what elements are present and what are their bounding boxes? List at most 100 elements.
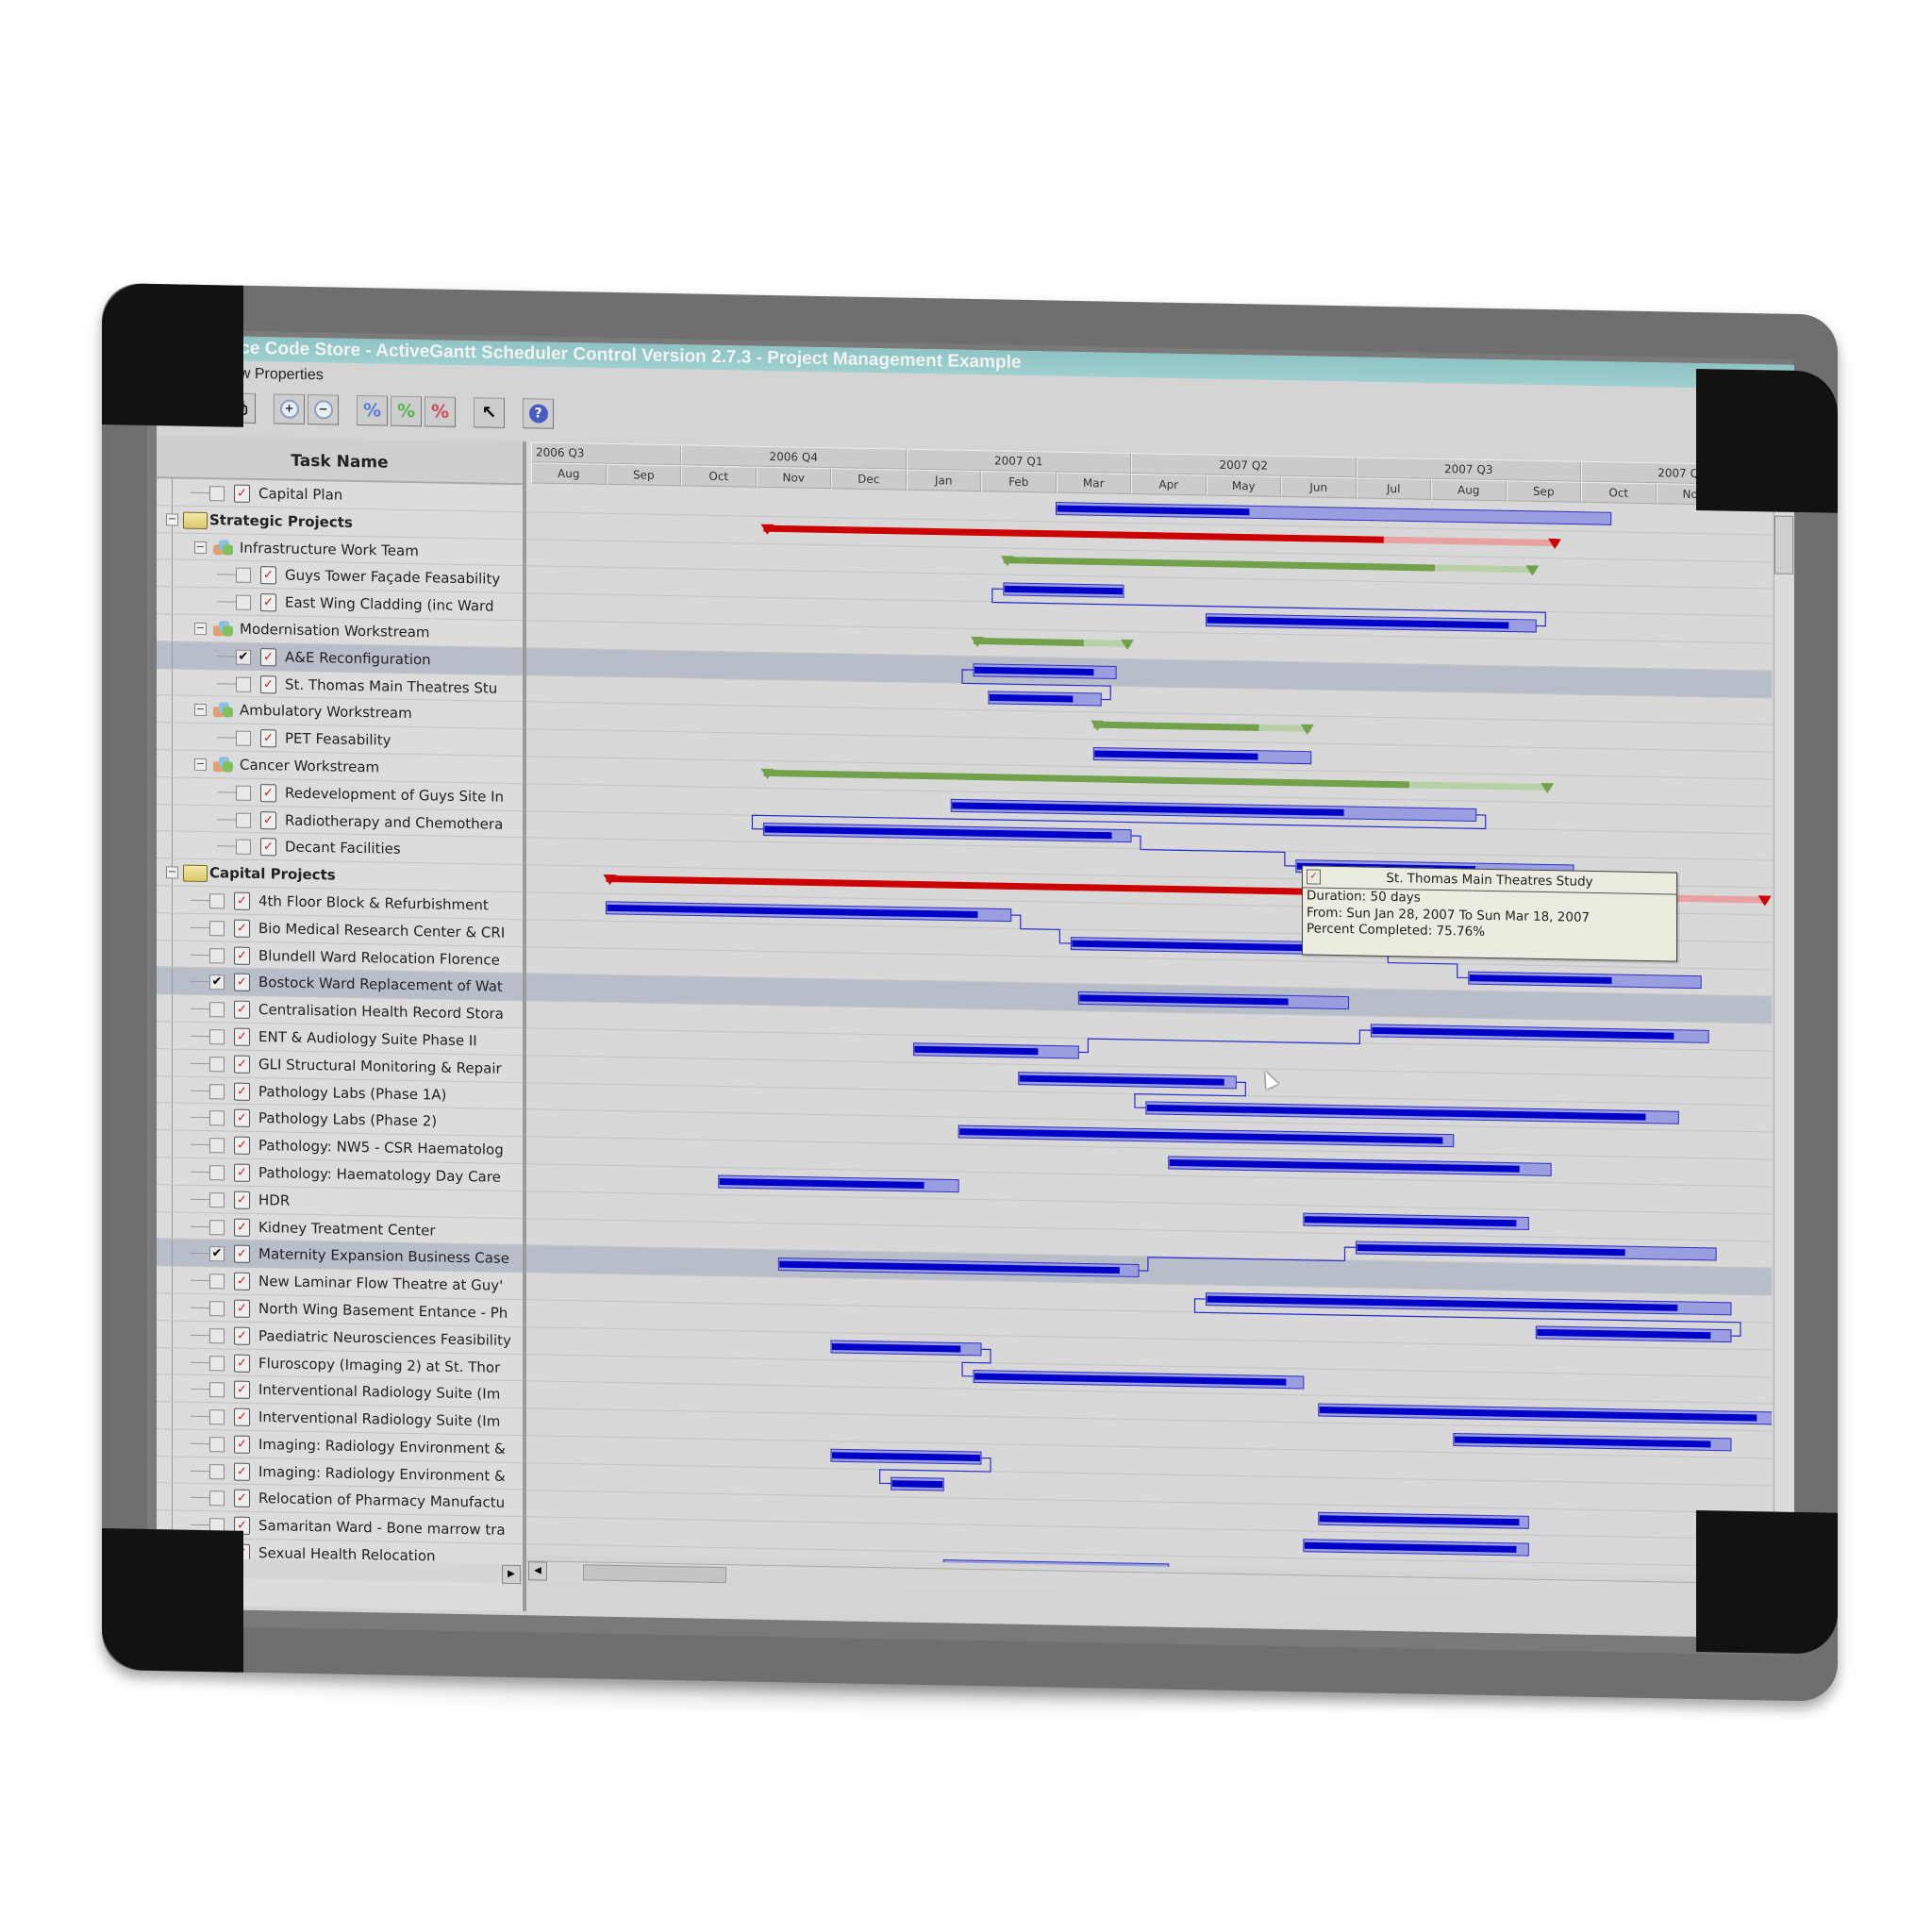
tree-row-label: PET Feasability bbox=[285, 729, 391, 749]
tree-connector-line bbox=[172, 1457, 173, 1483]
task-checkbox[interactable] bbox=[209, 947, 225, 963]
summary-bar-progress[interactable] bbox=[763, 525, 1384, 543]
task-checkbox[interactable]: ✔ bbox=[209, 974, 225, 991]
clipboard-icon: ✓ bbox=[234, 484, 250, 503]
summary-bar-progress[interactable] bbox=[1003, 557, 1436, 572]
task-checkbox[interactable] bbox=[209, 1138, 225, 1154]
tree-connector-line bbox=[172, 723, 173, 750]
tree-connector-line bbox=[172, 777, 173, 804]
task-name-column-header[interactable]: Task Name bbox=[157, 435, 523, 486]
task-checkbox[interactable]: ✔ bbox=[209, 1246, 225, 1262]
tree-connector-line bbox=[172, 967, 173, 994]
task-checkbox[interactable] bbox=[209, 1463, 225, 1480]
clipboard-icon: ✓ bbox=[260, 838, 276, 857]
task-checkbox[interactable] bbox=[209, 1002, 225, 1018]
clipboard-icon: ✓ bbox=[234, 1435, 250, 1454]
task-bar[interactable] bbox=[1056, 502, 1612, 525]
task-checkbox[interactable] bbox=[209, 1300, 225, 1317]
tree-row-label: Blundell Ward Relocation Florence bbox=[258, 946, 500, 969]
percent-green-button[interactable]: % bbox=[391, 395, 422, 427]
collapse-toggle-icon[interactable]: − bbox=[194, 758, 207, 772]
month-header-cell: Sep bbox=[606, 463, 681, 487]
collapse-toggle-icon[interactable]: − bbox=[194, 540, 207, 554]
clipboard-icon: ✓ bbox=[234, 1082, 250, 1101]
horizontal-scroll-thumb[interactable] bbox=[583, 1564, 726, 1584]
task-checkbox[interactable] bbox=[209, 1219, 225, 1235]
clipboard-icon: ✓ bbox=[234, 1000, 250, 1020]
vertical-scroll-thumb[interactable] bbox=[1774, 515, 1793, 575]
task-checkbox[interactable] bbox=[209, 1382, 225, 1398]
task-checkbox[interactable] bbox=[209, 1083, 225, 1099]
tree-row-label: Kidney Treatment Center bbox=[258, 1218, 436, 1239]
vertical-scrollbar[interactable]: ▲ ▼ bbox=[1774, 487, 1793, 1582]
task-checkbox[interactable] bbox=[209, 1327, 225, 1344]
clipboard-icon: ✓ bbox=[234, 946, 250, 965]
clipboard-icon: ✓ bbox=[234, 1462, 250, 1481]
collapse-toggle-icon[interactable]: − bbox=[166, 865, 178, 879]
task-checkbox[interactable] bbox=[236, 812, 251, 828]
tree-connector-line bbox=[191, 1117, 209, 1119]
task-checkbox[interactable] bbox=[209, 1029, 225, 1045]
tree-connector-line bbox=[172, 1483, 173, 1510]
help-icon: ? bbox=[528, 404, 548, 424]
help-button[interactable]: ? bbox=[523, 398, 554, 429]
task-bar-progress[interactable] bbox=[891, 1480, 943, 1489]
task-checkbox[interactable] bbox=[209, 920, 225, 937]
task-checkbox[interactable] bbox=[236, 567, 251, 584]
task-checkbox[interactable] bbox=[236, 594, 251, 611]
tree-connector-line bbox=[172, 559, 173, 587]
scroll-left-button[interactable]: ◀ bbox=[528, 1561, 547, 1581]
percent-red-button[interactable]: % bbox=[425, 396, 456, 427]
tree-row-label: Bio Medical Research Center & CRI bbox=[258, 919, 506, 941]
month-header-cell: Sep bbox=[1506, 480, 1581, 503]
select-pointer-button[interactable]: ↖ bbox=[474, 397, 505, 428]
month-header-cell: Feb bbox=[981, 471, 1057, 493]
clipboard-icon: ✓ bbox=[234, 1108, 250, 1128]
task-checkbox[interactable] bbox=[209, 1056, 225, 1073]
task-checkbox[interactable] bbox=[209, 1409, 225, 1425]
task-checkbox[interactable] bbox=[236, 676, 251, 692]
task-tree: Task Name ✓ Capital Plan − Strategic Projec… bbox=[157, 435, 526, 1612]
tree-connector-line bbox=[217, 818, 236, 821]
tree-connector-line bbox=[172, 750, 173, 777]
task-checkbox[interactable] bbox=[236, 839, 251, 856]
task-checkbox[interactable] bbox=[236, 785, 251, 801]
tree-connector-line bbox=[172, 1347, 173, 1374]
zoom-out-button[interactable]: − bbox=[308, 393, 339, 425]
task-checkbox[interactable] bbox=[209, 1274, 225, 1290]
month-header-cell: Dec bbox=[831, 468, 907, 491]
percent-blue-button[interactable]: % bbox=[357, 394, 388, 426]
clipboard-icon: ✓ bbox=[234, 1163, 250, 1182]
summary-bar-progress[interactable] bbox=[974, 637, 1084, 647]
zoom-in-button[interactable]: + bbox=[274, 393, 305, 425]
tree-connector-line bbox=[172, 1321, 173, 1347]
tree-row-label: Centralisation Health Record Stora bbox=[258, 1001, 504, 1023]
month-header-cell: Mar bbox=[1056, 472, 1131, 494]
tree-row-label: Redevelopment of Guys Site In bbox=[285, 784, 505, 806]
task-checkbox[interactable] bbox=[209, 1165, 225, 1181]
tree-row-label: Fluroscopy (Imaging 2) at St. Thor bbox=[258, 1354, 501, 1376]
tree-connector-line bbox=[191, 926, 209, 928]
collapse-toggle-icon[interactable]: − bbox=[194, 622, 207, 636]
month-header-cell: Jan bbox=[906, 469, 981, 492]
task-checkbox[interactable] bbox=[209, 486, 225, 502]
summary-bar-progress[interactable] bbox=[763, 769, 1409, 789]
collapse-toggle-icon[interactable]: − bbox=[166, 512, 178, 526]
tree-scroll-right-button[interactable]: ▶ bbox=[502, 1564, 521, 1585]
tree-connector-line bbox=[191, 1062, 209, 1064]
folder-icon bbox=[183, 864, 208, 883]
task-checkbox[interactable] bbox=[209, 1110, 225, 1126]
task-checkbox[interactable] bbox=[209, 1191, 225, 1208]
task-checkbox[interactable]: ✔ bbox=[236, 649, 251, 665]
task-checkbox[interactable] bbox=[209, 1436, 225, 1453]
task-checkbox[interactable] bbox=[209, 1355, 225, 1371]
summary-bar-progress[interactable] bbox=[1093, 721, 1259, 731]
tree-connector-line bbox=[217, 737, 236, 739]
tree-connector-line bbox=[191, 1442, 209, 1444]
task-checkbox[interactable] bbox=[236, 730, 251, 747]
clipboard-icon: ✓ bbox=[260, 566, 276, 585]
tree-connector-line bbox=[172, 1266, 173, 1293]
collapse-toggle-icon[interactable]: − bbox=[194, 703, 207, 717]
task-checkbox[interactable] bbox=[209, 1491, 225, 1507]
task-checkbox[interactable] bbox=[209, 893, 225, 909]
